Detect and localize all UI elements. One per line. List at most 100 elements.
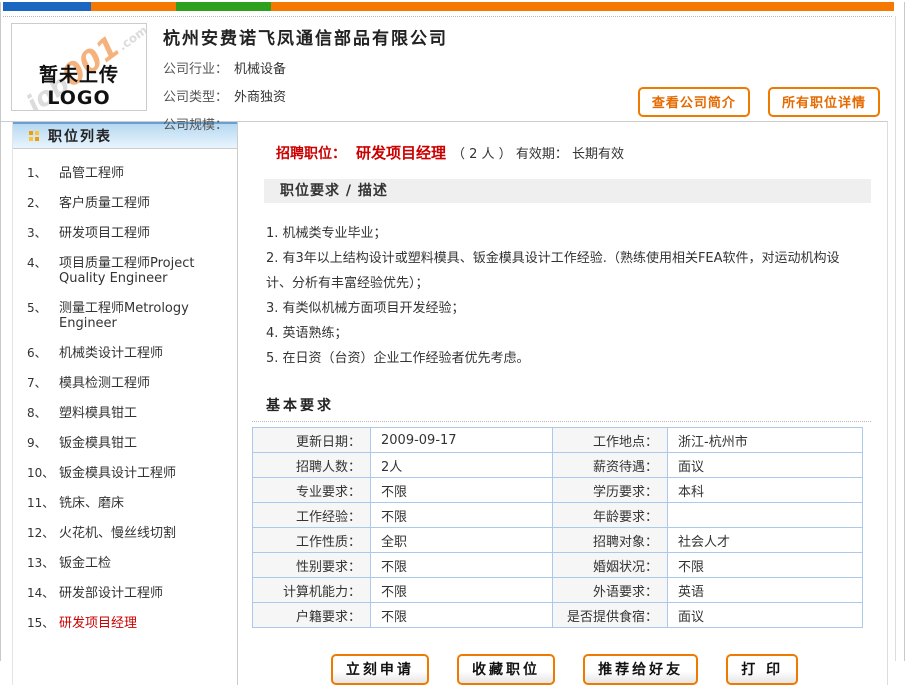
job-description: 1. 机械类专业毕业； 2. 有3年以上结构设计或塑料模具、钣金模具设计工作经验… (250, 203, 879, 371)
item-label: 品管工程师 (59, 166, 124, 181)
job-headcount: （ 2 人 ） (452, 147, 512, 162)
cell-value: 面议 (668, 603, 863, 628)
validity-value: 长期有效 (572, 147, 624, 162)
view-company-profile-button[interactable]: 查看公司简介 (638, 87, 750, 117)
sidebar-item-job-12[interactable]: 12、火花机、慢丝线切割 (27, 519, 233, 549)
sidebar-item-job-10[interactable]: 10、钣金模具设计工程师 (27, 459, 233, 489)
item-number: 10、 (27, 466, 59, 481)
sidebar-item-job-14[interactable]: 14、研发部设计工程师 (27, 579, 233, 609)
company-industry-row: 公司行业：机械设备 (163, 58, 878, 77)
cell-value: 不限 (371, 553, 553, 578)
table-row: 工作经验： 不限 年龄要求： (253, 503, 863, 528)
all-positions-button[interactable]: 所有职位详情 (768, 87, 880, 117)
cell-value: 英语 (668, 578, 863, 603)
item-number: 13、 (27, 556, 59, 571)
page: job001.com 暂未上传LOGO 杭州安费诺飞凤通信部品有限公司 公司行业… (0, 2, 905, 661)
item-label: 模具检测工程师 (59, 376, 150, 391)
cell-label: 性别要求： (253, 553, 371, 578)
job-title: 研发项目经理 (356, 144, 446, 162)
company-type-value: 外商独资 (234, 90, 286, 105)
company-type-label: 公司类型： (163, 90, 228, 105)
cell-value: 不限 (371, 503, 553, 528)
item-number: 3、 (27, 226, 59, 241)
topbar-green-segment (176, 2, 271, 11)
topbar-blue-segment (3, 2, 91, 11)
cell-label: 年龄要求： (553, 503, 668, 528)
recruit-position-label: 招聘职位： (276, 146, 346, 162)
description-line: 1. 机械类专业毕业； (266, 221, 865, 246)
sidebar-item-job-4[interactable]: 4、项目质量工程师Project Quality Engineer (27, 249, 233, 294)
company-name: 杭州安费诺飞凤通信部品有限公司 (163, 22, 878, 49)
sidebar-item-job-13[interactable]: 13、钣金工检 (27, 549, 233, 579)
company-industry-value: 机械设备 (234, 62, 286, 77)
table-row: 专业要求： 不限 学历要求： 本科 (253, 478, 863, 503)
sidebar-item-job-11[interactable]: 11、铣床、磨床 (27, 489, 233, 519)
cell-value: 本科 (668, 478, 863, 503)
description-line: 3. 有类似机械方面项目开发经验； (266, 296, 865, 321)
item-label: 铣床、磨床 (59, 496, 124, 511)
validity-label: 有效期： (516, 147, 568, 162)
header-buttons: 查看公司简介 所有职位详情 (624, 87, 880, 117)
item-label: 钣金模具钳工 (59, 436, 137, 451)
sidebar-item-job-5[interactable]: 5、测量工程师Metrology Engineer (27, 294, 233, 339)
sidebar-job-list: 1、品管工程师 2、客户质量工程师 3、研发项目工程师 4、项目质量工程师Pro… (13, 149, 237, 639)
sidebar-title: 职位列表 (48, 126, 112, 146)
table-row: 更新日期： 2009-09-17 工作地点： 浙江-杭州市 (253, 428, 863, 453)
item-number: 12、 (27, 526, 59, 541)
sidebar-item-job-9[interactable]: 9、钣金模具钳工 (27, 429, 233, 459)
cell-value: 不限 (371, 478, 553, 503)
sidebar-item-job-3[interactable]: 3、研发项目工程师 (27, 219, 233, 249)
cell-value: 不限 (371, 603, 553, 628)
basic-requirements-table: 更新日期： 2009-09-17 工作地点： 浙江-杭州市 招聘人数： 2人 薪… (252, 427, 863, 628)
cell-label: 工作性质： (253, 528, 371, 553)
cell-value: 浙江-杭州市 (668, 428, 863, 453)
item-label: 钣金工检 (59, 556, 111, 571)
item-number: 9、 (27, 436, 59, 451)
item-number: 7、 (27, 376, 59, 391)
top-color-bar (3, 2, 894, 11)
basic-requirements-dotted-divider (252, 421, 871, 422)
cell-label: 婚姻状况： (553, 553, 668, 578)
job-detail-main: 招聘职位： 研发项目经理 （ 2 人 ） 有效期： 长期有效 职位要求 / 描述 1… (238, 122, 887, 685)
sidebar-item-job-8[interactable]: 8、塑料模具钳工 (27, 399, 233, 429)
topbar-orange-segment (91, 2, 176, 11)
cell-value: 不限 (371, 578, 553, 603)
item-number: 14、 (27, 586, 59, 601)
sidebar-item-job-15-active[interactable]: 15、研发项目经理 (27, 609, 233, 639)
description-line: 4. 英语熟练； (266, 321, 865, 346)
table-row: 计算机能力： 不限 外语要求： 英语 (253, 578, 863, 603)
cell-label: 薪资待遇： (553, 453, 668, 478)
grid-icon (29, 131, 39, 141)
cell-label: 是否提供食宿： (553, 603, 668, 628)
cell-value (668, 503, 863, 528)
job-title-line: 招聘职位： 研发项目经理 （ 2 人 ） 有效期： 长期有效 (250, 132, 879, 163)
description-line: 2. 有3年以上结构设计或塑料模具、钣金模具设计工作经验.（熟练使用相关FEA软… (266, 246, 865, 296)
item-number: 1、 (27, 166, 59, 181)
sidebar-item-job-1[interactable]: 1、品管工程师 (27, 159, 233, 189)
sidebar-item-job-6[interactable]: 6、机械类设计工程师 (27, 339, 233, 369)
sidebar-item-job-7[interactable]: 7、模具检测工程师 (27, 369, 233, 399)
cell-label: 学历要求： (553, 478, 668, 503)
table-row: 性别要求： 不限 婚姻状况： 不限 (253, 553, 863, 578)
cell-label: 工作地点： (553, 428, 668, 453)
item-label: 研发部设计工程师 (59, 586, 163, 601)
item-number: 5、 (27, 301, 59, 331)
section-basic-requirements-title: 基本要求 (266, 395, 879, 415)
item-label: 火花机、慢丝线切割 (59, 526, 176, 541)
item-number: 4、 (27, 256, 59, 286)
company-logo-placeholder: job001.com 暂未上传LOGO (11, 23, 147, 111)
cell-label: 工作经验： (253, 503, 371, 528)
sidebar-item-job-2[interactable]: 2、客户质量工程师 (27, 189, 233, 219)
company-header: job001.com 暂未上传LOGO 杭州安费诺飞凤通信部品有限公司 公司行业… (1, 17, 904, 121)
item-label: 测量工程师Metrology Engineer (59, 301, 233, 331)
cell-value: 面议 (668, 453, 863, 478)
table-row: 户籍要求： 不限 是否提供食宿： 面议 (253, 603, 863, 628)
table-row: 工作性质： 全职 招聘对象： 社会人才 (253, 528, 863, 553)
item-number: 15、 (27, 616, 59, 631)
item-label: 研发项目工程师 (59, 226, 150, 241)
item-label: 项目质量工程师Project Quality Engineer (59, 256, 233, 286)
item-number: 8、 (27, 406, 59, 421)
cell-value: 全职 (371, 528, 553, 553)
section-job-requirements-header: 职位要求 / 描述 (264, 179, 871, 203)
cell-label: 计算机能力： (253, 578, 371, 603)
